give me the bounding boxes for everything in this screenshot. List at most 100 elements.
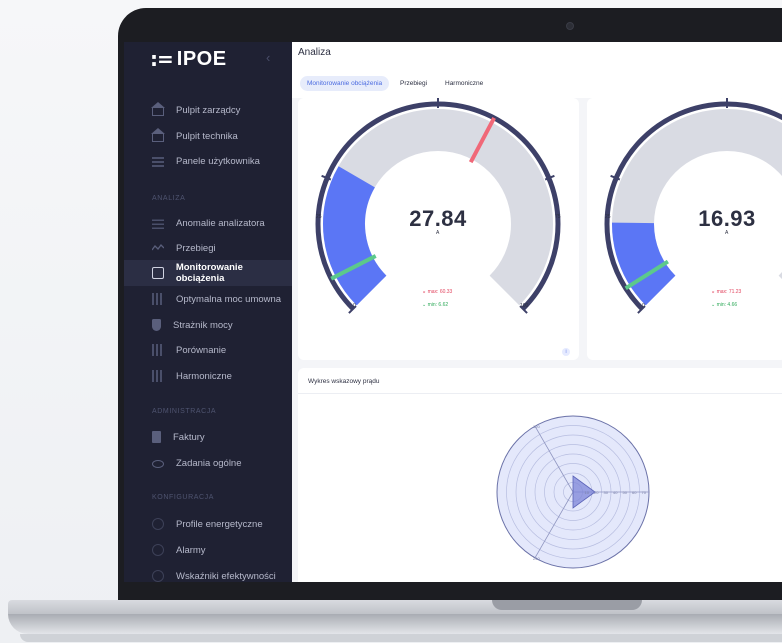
grid-icon: [152, 155, 164, 167]
section-label-analiza: ANALIZA: [152, 195, 186, 202]
sidebar-item-wskazniki[interactable]: Wskaźniki efektywności: [124, 563, 292, 582]
tab-monitorowanie[interactable]: Monitorowanie obciążenia: [300, 76, 390, 91]
gauge-unit: A: [725, 230, 729, 236]
sidebar-item-label: Zadania ogólne: [176, 457, 242, 469]
list-icon: [152, 217, 164, 229]
sidebar-item-faktury[interactable]: Faktury: [124, 424, 292, 450]
gauge-min-label: 0: [642, 303, 645, 309]
polar-tick-label: 30: [604, 490, 609, 495]
gauge-max-value: max: 60.33: [427, 289, 453, 295]
logo-text: IPOE: [176, 47, 227, 70]
logo-mark: :=: [150, 47, 174, 71]
gauge-tick-label: 25: [605, 214, 611, 220]
polar-plot: 10 20 30 40 50 60 70 120 240: [496, 415, 650, 569]
sidebar-item-label: Pulpit zarządcy: [176, 104, 241, 116]
gauge-min-label: 0: [353, 303, 356, 309]
laptop-lip: [8, 614, 782, 634]
gauge-card: 16.93 A 25 0 ⌅ max: 71.23 ⌄ min: 4.66: [587, 98, 782, 360]
sidebar-item-label: Monitorowanie obciążenia: [175, 262, 243, 284]
circle-icon: [152, 544, 164, 556]
sidebar-item-label: Strażnik mocy: [173, 319, 233, 331]
top-bar: Analiza: [292, 42, 782, 68]
laptop-deck: [8, 600, 782, 614]
sidebar-item-pulpit-technika[interactable]: Pulpit technika: [124, 123, 292, 149]
gauge-min-text: ⌄ min: 4.66: [711, 302, 738, 308]
sidebar-item-label: Porównanie: [176, 344, 227, 356]
chevron-left-icon[interactable]: ‹: [266, 50, 270, 65]
gauge-tick-label: 75: [555, 214, 561, 220]
sidebar-item-zadania[interactable]: Zadania ogólne: [124, 450, 292, 476]
gauge-max-value: max: 71.23: [716, 289, 742, 295]
home-icon: [151, 102, 165, 116]
sidebar-item-label: Anomalie analizatora: [176, 217, 265, 229]
sidebar-item-pulpit-zarzadcy[interactable]: Pulpit zarządcy: [124, 97, 292, 123]
shield-icon: [152, 319, 161, 331]
home-icon: [151, 128, 165, 142]
wave-icon: [151, 242, 165, 254]
gauge-min-value: min: 6.62: [427, 302, 449, 308]
gauge-tick-label: 25: [316, 214, 322, 220]
sidebar-item-przebiegi[interactable]: Przebiegi: [124, 235, 292, 261]
gauge-value: 27.84: [409, 206, 467, 231]
gauge-fill: [323, 166, 387, 306]
document-icon: [152, 431, 161, 443]
sidebar-item-straznik-mocy[interactable]: Strażnik mocy: [124, 312, 292, 338]
sidebar: := IPOE ‹ Pulpit zarządcy Pulpit technik…: [124, 42, 292, 582]
bars-icon: [152, 370, 164, 382]
eye-icon: [152, 460, 164, 468]
bars-icon: [152, 344, 164, 356]
app-screen: := IPOE ‹ Pulpit zarządcy Pulpit technik…: [124, 42, 782, 582]
monitor-icon: [152, 267, 164, 279]
sidebar-item-label: Panele użytkownika: [176, 155, 260, 167]
main-content: Analiza Monitorowanie obciążenia Przebie…: [292, 42, 782, 582]
polar-tick-label: 40: [613, 490, 618, 495]
sidebar-item-optymalna-moc[interactable]: Optymalna moc umowna: [124, 286, 292, 312]
gauge-card: 27.84 A 25 75 0 100 ⌅ max: 60.33 ⌄ min: …: [298, 98, 579, 360]
circle-icon: [152, 518, 164, 530]
polar-tick-label: 70: [642, 490, 647, 495]
phasor-chart-card: Wykres wskazowy prądu 10 20 30 40 50 60 70 120 2…: [298, 368, 782, 582]
sidebar-item-label: Przebiegi: [176, 242, 216, 254]
tab-harmoniczne[interactable]: Harmoniczne: [438, 76, 490, 91]
polar-tick-label: 50: [623, 490, 628, 495]
sidebar-item-label: Alarmy: [176, 544, 206, 556]
bars-icon: [152, 293, 164, 305]
gauge-max-text: ⌅ max: 71.23: [711, 289, 742, 295]
laptop-shadow: [20, 634, 782, 642]
sidebar-item-harmoniczne[interactable]: Harmoniczne: [124, 363, 292, 389]
section-label-administracja: ADMINISTRACJA: [152, 408, 217, 415]
app-logo[interactable]: := IPOE: [150, 46, 227, 72]
sidebar-item-profile[interactable]: Profile energetyczne: [124, 511, 292, 537]
sidebar-item-anomalie[interactable]: Anomalie analizatora: [124, 210, 292, 236]
polar-tick-label: 60: [632, 490, 637, 495]
camera-icon: [566, 22, 574, 30]
section-label-konfiguracja: KONFIGURACJA: [152, 494, 215, 501]
laptop-notch: [492, 600, 642, 610]
sidebar-item-panele-uzytkownika[interactable]: Panele użytkownika: [124, 148, 292, 174]
sidebar-item-label: Optymalna moc umowna: [176, 293, 282, 305]
laptop-mockup: := IPOE ‹ Pulpit zarządcy Pulpit technik…: [0, 0, 782, 643]
polar-tick-label: 10: [585, 490, 590, 495]
sidebar-item-label: Harmoniczne: [176, 370, 232, 382]
gauge-unit: A: [436, 230, 440, 236]
gauge-max-label: 100: [520, 303, 529, 309]
page-title: Analiza: [298, 47, 331, 58]
chart-title: Wykres wskazowy prądu: [308, 378, 380, 385]
sidebar-item-monitorowanie[interactable]: Monitorowanie obciążenia: [124, 260, 292, 286]
tab-przebiegi[interactable]: Przebiegi: [393, 76, 434, 91]
sidebar-item-label: Wskaźniki efektywności: [176, 570, 276, 582]
polar-tick-label: 20: [594, 490, 599, 495]
sidebar-item-label: Profile energetyczne: [176, 518, 263, 530]
polar-angle-label: 240: [533, 556, 540, 561]
phasor-chart: 10 20 30 40 50 60 70 120 240: [496, 415, 650, 569]
gauge-min-value: min: 4.66: [716, 302, 738, 308]
polar-angle-label: 120: [533, 424, 540, 429]
laptop-base: [0, 600, 782, 643]
sidebar-item-label: Faktury: [173, 431, 205, 443]
tab-bar: Monitorowanie obciążenia Przebiegi Harmo…: [292, 68, 782, 98]
sidebar-item-label: Pulpit technika: [176, 130, 238, 142]
sidebar-item-alarmy[interactable]: Alarmy: [124, 537, 292, 563]
info-icon[interactable]: i: [562, 348, 570, 356]
gauge-min-text: ⌄ min: 6.62: [422, 302, 449, 308]
sidebar-item-porownanie[interactable]: Porównanie: [124, 337, 292, 363]
